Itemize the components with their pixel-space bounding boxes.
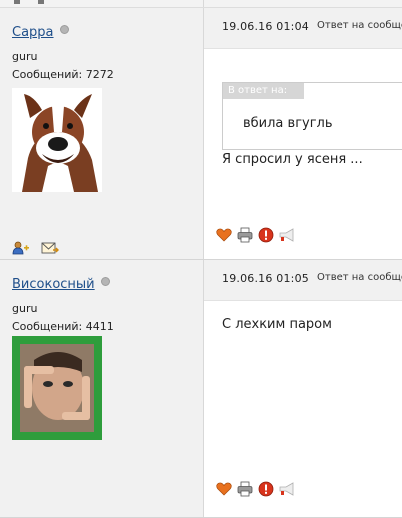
megaphone-icon[interactable] — [278, 482, 296, 496]
username-row: Високосный — [12, 277, 110, 292]
column-divider — [203, 0, 204, 7]
post-date: 19.06.16 01:05 — [222, 272, 309, 285]
user-panel: Високосный guru Сообщений: 4411 — [0, 260, 204, 518]
top-strip — [0, 0, 402, 8]
forum-post: Сарра guru Сообщений: 7272 19.06.16 01:0… — [0, 8, 402, 260]
username-link[interactable]: Сарра — [12, 25, 54, 40]
toolbar-stub — [38, 0, 44, 4]
user-panel: Сарра guru Сообщений: 7272 — [0, 8, 204, 260]
message-count-value: 7272 — [85, 68, 114, 81]
post-body: С лехким паром — [222, 317, 332, 332]
message-count-label: Сообщений: — [12, 68, 83, 81]
report-icon[interactable] — [258, 227, 274, 243]
forum-post: Високосный guru Сообщений: 4411 19.06.16… — [0, 260, 402, 518]
heart-icon[interactable] — [216, 482, 232, 496]
print-icon[interactable] — [237, 227, 253, 243]
quote-label: В ответ на: — [223, 83, 304, 99]
message-count-value: 4411 — [85, 320, 114, 333]
post-date: 19.06.16 01:04 — [222, 20, 309, 33]
post-header: 19.06.16 01:05 Ответ на сообщение — [204, 260, 402, 301]
reply-to-message-link[interactable]: Ответ на сообщение — [317, 272, 402, 283]
message-count: Сообщений: 4411 — [12, 320, 114, 333]
username-row: Сарра — [12, 25, 69, 40]
username-link[interactable]: Високосный — [12, 277, 95, 292]
quote-text: вбила вгугль — [243, 116, 333, 131]
post-actions — [216, 481, 297, 497]
reply-to-message-link[interactable]: Ответ на сообщение — [317, 20, 402, 31]
user-avatar — [12, 336, 102, 440]
post-actions — [216, 227, 297, 243]
toolbar-stub — [14, 0, 20, 4]
user-avatar — [12, 88, 102, 192]
private-message-icon[interactable] — [41, 241, 59, 255]
offline-status-icon — [100, 277, 110, 286]
post-content: 19.06.16 01:04 Ответ на сообщение В отве… — [204, 8, 402, 260]
report-icon[interactable] — [258, 481, 274, 497]
message-count: Сообщений: 7272 — [12, 68, 114, 81]
megaphone-icon[interactable] — [278, 228, 296, 242]
user-actions — [12, 240, 66, 255]
post-header: 19.06.16 01:04 Ответ на сообщение — [204, 8, 402, 49]
print-icon[interactable] — [237, 481, 253, 497]
user-rank: guru — [12, 302, 38, 315]
offline-status-icon — [59, 25, 69, 34]
message-count-label: Сообщений: — [12, 320, 83, 333]
post-body: Я спросил у ясеня ... — [222, 152, 363, 167]
add-friend-icon[interactable] — [12, 241, 30, 255]
post-content: 19.06.16 01:05 Ответ на сообщение С лехк… — [204, 260, 402, 518]
quote-block: В ответ на: вбила вгугль — [222, 82, 402, 150]
user-rank: guru — [12, 50, 38, 63]
heart-icon[interactable] — [216, 228, 232, 242]
